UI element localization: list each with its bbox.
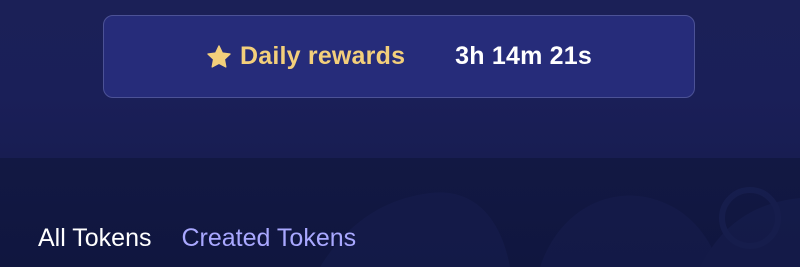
daily-rewards-label: Daily rewards xyxy=(239,42,406,70)
star-icon xyxy=(206,44,232,70)
daily-rewards-content: Daily rewards 3h 14m 21s xyxy=(206,42,592,71)
daily-rewards-card[interactable]: Daily rewards 3h 14m 21s xyxy=(103,15,695,98)
rewards-countdown-timer: 3h 14m 21s xyxy=(455,42,592,70)
token-tabs: All Tokens Created Tokens xyxy=(38,224,356,253)
tab-all-tokens[interactable]: All Tokens xyxy=(38,224,152,253)
tab-created-tokens[interactable]: Created Tokens xyxy=(182,224,357,253)
background-illustration xyxy=(320,187,800,267)
